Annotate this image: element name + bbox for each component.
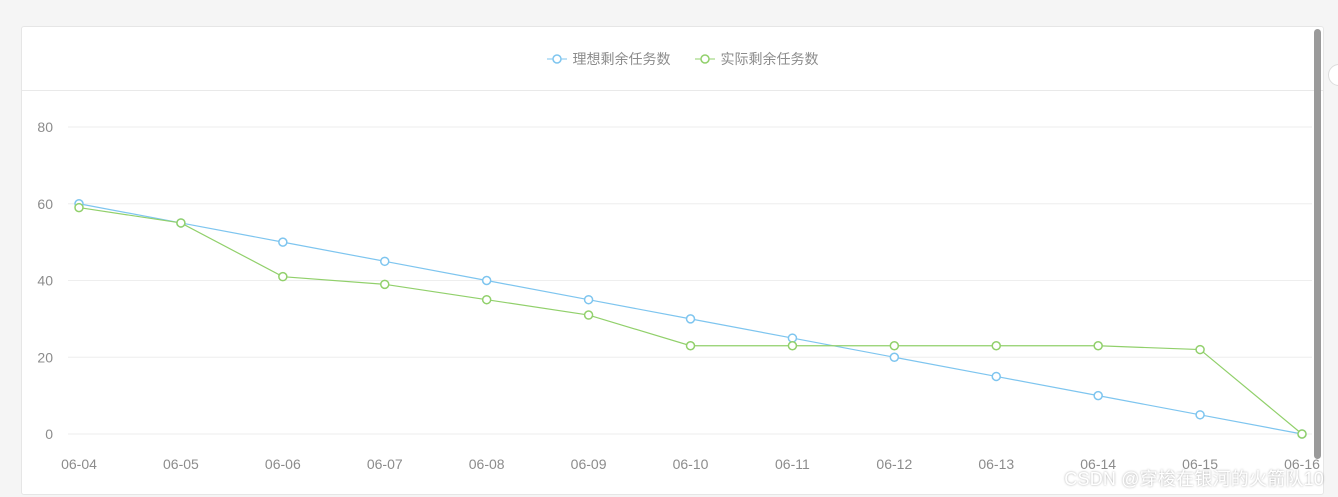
chart-card: 理想剩余任务数 实际剩余任务数 0 20 40 60 80 06-04 06-05 06-06…	[21, 26, 1324, 495]
y-tick-label: 80	[37, 119, 53, 135]
data-point-series-0	[787, 333, 798, 343]
data-point-series-0	[1093, 390, 1103, 401]
y-tick-label: 40	[37, 273, 53, 289]
x-tick-label: 06-07	[367, 456, 403, 472]
data-point-series-0	[380, 256, 390, 267]
data-point-series-1	[583, 310, 594, 320]
data-point-series-0	[1195, 410, 1205, 420]
y-tick-label: 60	[37, 196, 53, 212]
data-point-series-1	[889, 340, 900, 351]
data-point-series-1	[74, 202, 84, 213]
x-tick-label: 06-04	[61, 456, 97, 472]
y-tick-label: 0	[45, 426, 53, 442]
scrollbar-thumb[interactable]	[1314, 29, 1321, 459]
x-tick-label: 06-08	[469, 456, 505, 472]
data-point-series-1	[380, 279, 390, 290]
vertical-scrollbar[interactable]	[1314, 29, 1321, 459]
data-point-series-1	[481, 294, 492, 305]
line-chart-plot: 0 20 40 60 80 06-04 06-05 06-06 06-07 06-08 06-09 0…	[37, 119, 1320, 472]
data-point-series-0	[889, 352, 900, 362]
data-point-series-1	[991, 340, 1001, 351]
data-point-series-0	[583, 294, 594, 305]
x-tick-label: 06-12	[876, 456, 912, 472]
x-tick-label: 06-05	[163, 456, 199, 472]
data-point-series-0	[991, 371, 1001, 382]
x-tick-label: 06-09	[571, 456, 607, 472]
data-point-series-0	[278, 237, 288, 247]
data-point-series-0	[481, 275, 492, 286]
x-tick-label: 06-06	[265, 456, 301, 472]
data-point-series-1	[278, 271, 288, 282]
data-point-series-1	[1297, 429, 1307, 439]
data-point-series-1	[685, 340, 696, 351]
data-point-series-1	[176, 218, 186, 228]
x-tick-label: 06-11	[775, 456, 810, 472]
edge-handle-icon[interactable]	[1328, 64, 1338, 86]
x-tick-label: 06-10	[673, 456, 709, 472]
y-tick-label: 20	[37, 349, 53, 365]
x-tick-label: 06-13	[978, 456, 1014, 472]
data-point-series-1	[787, 340, 798, 351]
data-point-series-1	[1195, 344, 1205, 355]
data-point-series-1	[1093, 340, 1103, 351]
watermark: CSDN @穿梭在银河的火箭队10	[1064, 469, 1324, 489]
data-point-series-0	[685, 314, 696, 324]
